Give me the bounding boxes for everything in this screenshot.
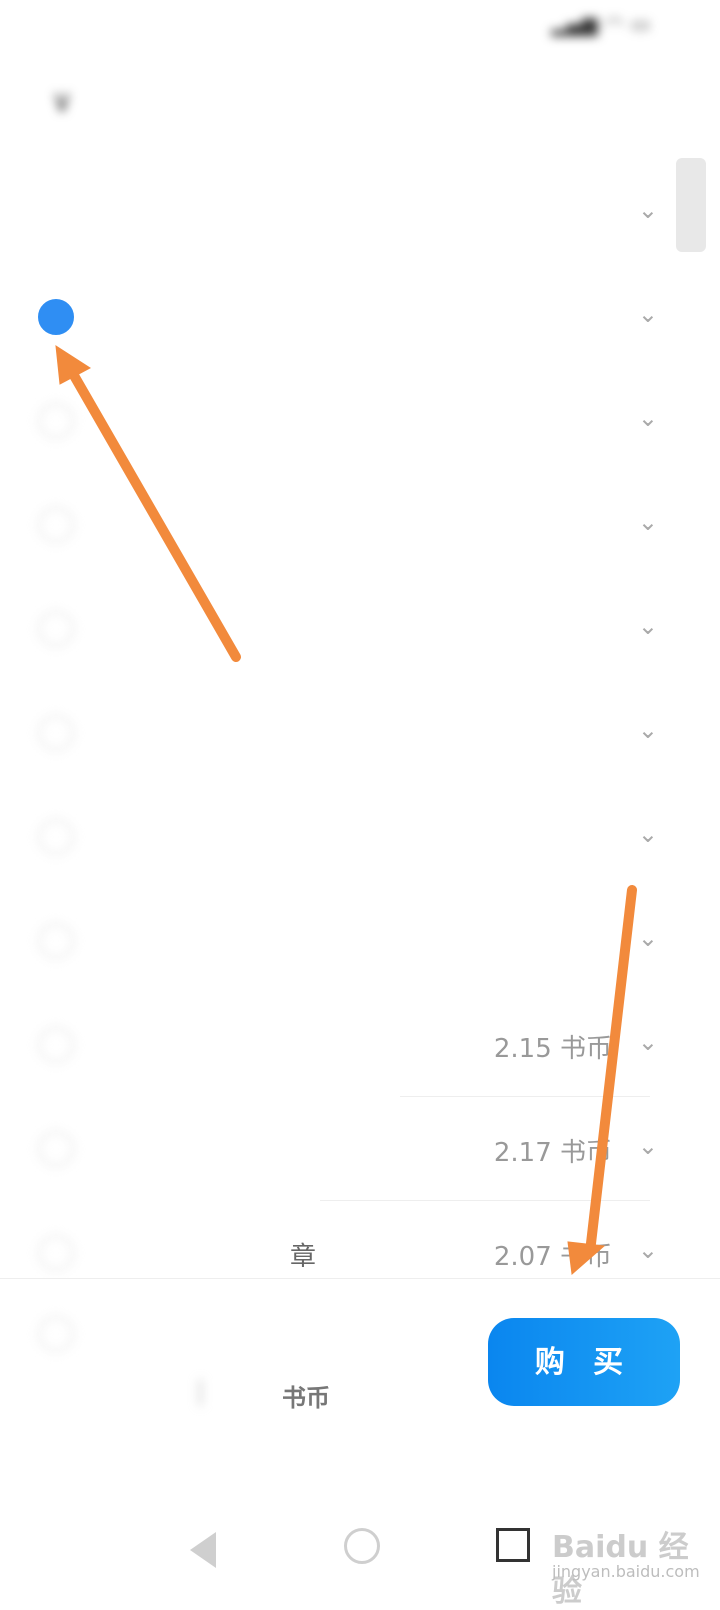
battery-icon: ▭: [631, 12, 650, 36]
chevron-down-icon[interactable]: ⌄: [638, 1028, 658, 1056]
chapter-radio[interactable]: [38, 923, 74, 959]
chapter-row[interactable]: ⌄: [0, 682, 720, 786]
chapter-radio[interactable]: [38, 403, 74, 439]
chevron-down-icon[interactable]: ⌄: [638, 1132, 658, 1160]
chapter-radio[interactable]: [38, 1131, 74, 1167]
chapter-price: 2.15 书币: [493, 1034, 612, 1064]
chapter-row[interactable]: 2.17 书币 ⌄: [0, 1098, 720, 1202]
summary-separator: |: [196, 1376, 205, 1406]
chevron-down-icon[interactable]: ⌄: [638, 508, 658, 536]
wifi-icon: ◠: [605, 12, 624, 36]
chapter-radio[interactable]: [38, 715, 74, 751]
chevron-down-icon[interactable]: ⌄: [638, 612, 658, 640]
chapter-row[interactable]: ⌄: [0, 578, 720, 682]
row-divider: [400, 1096, 650, 1097]
chevron-down-icon[interactable]: ⌄: [638, 924, 658, 952]
chapter-radio[interactable]: [38, 507, 74, 543]
back-icon[interactable]: [190, 1532, 216, 1568]
chapter-price: 2.07 书币: [493, 1242, 612, 1272]
chevron-down-icon[interactable]: ∨: [42, 84, 82, 120]
chapter-row[interactable]: ⌄: [0, 266, 720, 370]
chevron-down-icon[interactable]: ⌄: [638, 716, 658, 744]
chapter-radio[interactable]: [38, 819, 74, 855]
chapter-row[interactable]: ⌄: [0, 370, 720, 474]
watermark: Baidu 经验 jingyan.baidu.com: [552, 1522, 712, 1609]
recent-apps-icon[interactable]: [496, 1528, 530, 1562]
chevron-down-icon[interactable]: ⌄: [638, 820, 658, 848]
status-bar: ▂▄▆ ◠ ▭: [0, 0, 720, 50]
watermark-url: jingyan.baidu.com: [552, 1562, 700, 1581]
signal-icon: ▂▄▆: [551, 12, 598, 36]
buy-button[interactable]: 购 买: [488, 1318, 680, 1406]
chapter-radio[interactable]: [38, 299, 74, 335]
chevron-down-icon[interactable]: ⌄: [638, 404, 658, 432]
chapter-radio[interactable]: [38, 1027, 74, 1063]
chapter-label: 章: [290, 1242, 317, 1272]
chapter-row[interactable]: 2.15 书币 ⌄: [0, 994, 720, 1098]
chapter-price: 2.17 书币: [493, 1138, 612, 1168]
chapter-radio[interactable]: [38, 611, 74, 647]
chapter-radio[interactable]: [38, 1235, 74, 1271]
row-divider: [320, 1200, 650, 1201]
chevron-down-icon[interactable]: ⌄: [638, 300, 658, 328]
cost-unit: 书币: [282, 1384, 330, 1412]
chevron-down-icon[interactable]: ⌄: [638, 1236, 658, 1264]
chapter-row[interactable]: ⌄: [0, 890, 720, 994]
home-icon[interactable]: [344, 1528, 380, 1564]
chapter-row[interactable]: ⌄: [0, 786, 720, 890]
status-icons: ▂▄▆ ◠ ▭: [551, 12, 650, 36]
chapter-row[interactable]: ⌄: [0, 474, 720, 578]
chevron-down-icon[interactable]: ⌄: [638, 196, 658, 224]
chapter-row[interactable]: ⌄: [0, 162, 720, 266]
select-all-radio[interactable]: [38, 1316, 74, 1352]
